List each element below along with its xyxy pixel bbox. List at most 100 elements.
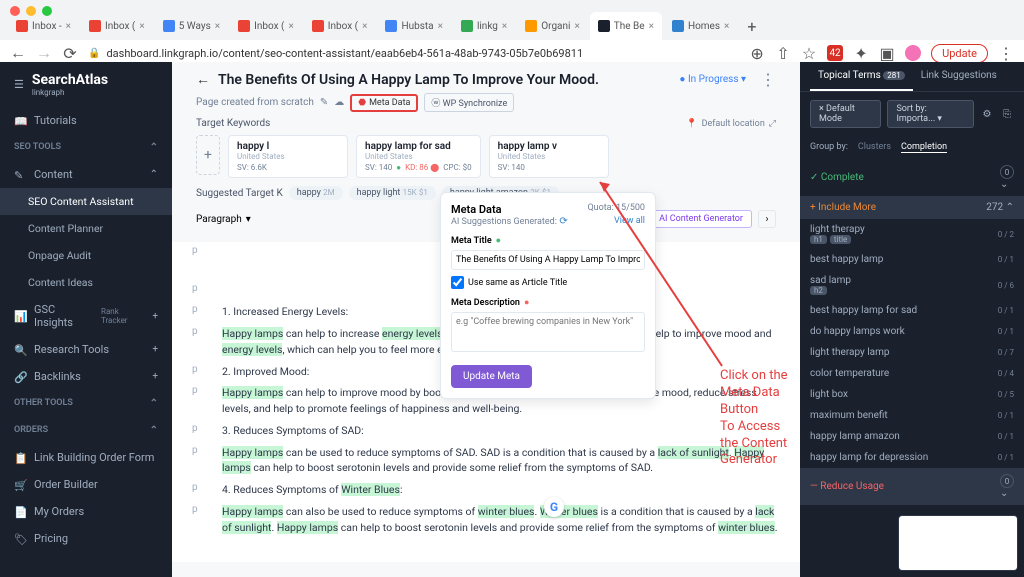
plus-icon[interactable]: +: [152, 344, 158, 355]
use-same-checkbox[interactable]: [451, 276, 464, 289]
browser-chrome: Inbox -×Inbox (×5 Ways×Inbox (×Inbox (×H…: [0, 0, 1024, 62]
cloud-icon[interactable]: ☁: [334, 97, 344, 108]
logo[interactable]: ☰ SearchAtlas linkgraph: [0, 62, 172, 107]
app: ☰ SearchAtlas linkgraph 📖 Tutorials SEO …: [0, 62, 1024, 577]
section-include-more[interactable]: + Include More 272 ⌃: [800, 196, 1024, 219]
term-item[interactable]: light therapy lamp 0 / 7: [800, 342, 1024, 363]
plus-icon[interactable]: +: [152, 371, 158, 382]
sidebar-item-planner[interactable]: Content Planner: [0, 215, 172, 242]
default-mode-button[interactable]: × Default Mode: [810, 100, 881, 128]
browser-tab[interactable]: Organi×: [517, 12, 588, 40]
keyword-card[interactable]: happy lamp for sadUnited StatesSV: 140 ●…: [356, 135, 481, 178]
keyword-card[interactable]: happy lamp vUnited StatesSV: 140: [489, 135, 609, 178]
more-icon[interactable]: ⋮: [760, 70, 776, 89]
url-bar[interactable]: 🔒 dashboard.linkgraph.io/content/seo-con…: [88, 47, 739, 60]
view-all-link[interactable]: View all: [614, 216, 645, 226]
meta-desc-input[interactable]: [451, 312, 645, 352]
back-icon[interactable]: ←: [10, 45, 26, 61]
ext-red-icon[interactable]: 42: [827, 45, 843, 61]
puzzle-icon[interactable]: ✦: [853, 45, 869, 61]
browser-tab[interactable]: The Be×: [590, 12, 662, 40]
next-arrow-icon[interactable]: ›: [758, 210, 776, 228]
term-item[interactable]: best happy lamp for sad 0 / 1: [800, 300, 1024, 321]
tab-link-suggestions[interactable]: Link Suggestions: [913, 62, 1005, 91]
term-item[interactable]: color temperature 0 / 4: [800, 363, 1024, 384]
reload-icon[interactable]: ⟳: [62, 45, 78, 61]
sidebar-item-ideas[interactable]: Content Ideas: [0, 269, 172, 296]
edit-icon[interactable]: ✎: [320, 97, 328, 108]
browser-tab[interactable]: Inbox (×: [304, 12, 376, 40]
gear-icon[interactable]: ⚙: [980, 106, 994, 122]
expand-icon[interactable]: ⤢: [769, 119, 776, 129]
refresh-icon[interactable]: ⟳: [559, 216, 567, 227]
tab-topical-terms[interactable]: Topical Terms 281: [810, 62, 913, 91]
sidebar-item-backlinks[interactable]: 🔗 Backlinks +: [0, 363, 172, 390]
hamburger-icon[interactable]: ☰: [14, 78, 24, 91]
sidebar-item-content[interactable]: ✎ Content ⌃: [0, 161, 172, 188]
mini-preview[interactable]: [898, 515, 1018, 571]
term-item[interactable]: light therapy h1title0 / 2: [800, 219, 1024, 249]
add-keyword-button[interactable]: +: [196, 135, 220, 175]
keyword-pill[interactable]: happy light 15K $1: [349, 186, 436, 200]
file-icon[interactable]: ⎘: [1000, 106, 1014, 122]
status-pill[interactable]: ● In Progress ▾: [679, 74, 746, 85]
term-item[interactable]: maximum benefit 0 / 1: [800, 405, 1024, 426]
chevron-up-icon[interactable]: ⌃: [150, 142, 158, 153]
paragraph-select[interactable]: Paragraph ▾: [196, 214, 251, 225]
menu-icon[interactable]: ⋮: [998, 45, 1014, 61]
sidebar-item-linkbuild[interactable]: 📋 Link Building Order Form: [0, 444, 172, 471]
term-item[interactable]: sad lamp h20 / 6: [800, 270, 1024, 300]
term-item[interactable]: best happy lamp 0 / 1: [800, 249, 1024, 270]
update-meta-button[interactable]: Update Meta: [451, 365, 532, 388]
google-icon[interactable]: G: [544, 497, 564, 517]
term-item[interactable]: happy lamp amazon 0 / 1: [800, 426, 1024, 447]
section-reduce-usage[interactable]: — Reduce Usage 0 ⌄: [800, 468, 1024, 505]
sidebar-item-sca[interactable]: SEO Content Assistant: [0, 188, 172, 215]
keyword-pill[interactable]: happy 2M: [289, 186, 343, 200]
group-completion[interactable]: Completion: [901, 142, 947, 153]
forward-icon[interactable]: →: [36, 45, 52, 61]
avatar[interactable]: [905, 45, 921, 61]
star-icon[interactable]: ☆: [801, 45, 817, 61]
browser-tab[interactable]: Hubsta×: [377, 12, 450, 40]
browser-tab[interactable]: 5 Ways×: [155, 12, 228, 40]
cart-icon: 🛒: [14, 479, 26, 491]
browser-tab[interactable]: Inbox -×: [8, 12, 79, 40]
plus-icon[interactable]: +: [152, 311, 158, 322]
tag-icon: 🏷: [14, 533, 26, 545]
panel-icon[interactable]: ▣: [879, 45, 895, 61]
chevron-up-icon[interactable]: ⌃: [150, 398, 158, 409]
browser-tab[interactable]: Inbox (×: [81, 12, 153, 40]
wp-sync-button[interactable]: ⓦ WP Synchronize: [424, 93, 514, 112]
term-item[interactable]: do happy lamps work 0 / 1: [800, 321, 1024, 342]
keyword-card[interactable]: happy lUnited StatesSV: 6.6K: [228, 135, 348, 178]
browser-tab[interactable]: Inbox (×: [230, 12, 302, 40]
meta-data-button[interactable]: ⬣Meta Data: [350, 94, 418, 112]
update-button[interactable]: Update: [931, 44, 988, 63]
term-item[interactable]: light box 0 / 5: [800, 384, 1024, 405]
check-icon: ●: [496, 235, 501, 246]
browser-tab[interactable]: Homes×: [664, 12, 737, 40]
sidebar-item-gsc[interactable]: 📊 GSC Insights Rank Tracker +: [0, 296, 172, 336]
sidebar-item-pricing[interactable]: 🏷 Pricing: [0, 525, 172, 552]
main-editor: ← The Benefits Of Using A Happy Lamp To …: [172, 62, 800, 577]
sort-button[interactable]: Sort by: Importa... ▾: [887, 100, 974, 128]
back-arrow-icon[interactable]: ←: [196, 71, 210, 88]
share-icon[interactable]: ⇧: [775, 45, 791, 61]
sidebar-item-research[interactable]: 🔍 Research Tools +: [0, 336, 172, 363]
new-tab-button[interactable]: +: [739, 17, 764, 36]
browser-tab[interactable]: linkg×: [453, 12, 515, 40]
term-item[interactable]: happy lamp for depression 0 / 1: [800, 447, 1024, 468]
sidebar-item-orderbuild[interactable]: 🛒 Order Builder: [0, 471, 172, 498]
search-icon[interactable]: ⊕: [749, 45, 765, 61]
chevron-up-icon[interactable]: ⌃: [150, 425, 158, 436]
lock-icon: 🔒: [88, 48, 100, 59]
default-location[interactable]: 📍Default location⤢: [686, 119, 776, 129]
meta-title-input[interactable]: [451, 250, 645, 270]
sidebar-item-myorders[interactable]: 📄 My Orders: [0, 498, 172, 525]
list-icon: 📄: [14, 506, 26, 518]
section-complete[interactable]: ✓ Complete 0 ⌄: [800, 159, 1024, 196]
sidebar-item-onpage[interactable]: Onpage Audit: [0, 242, 172, 269]
sidebar-item-tutorials[interactable]: 📖 Tutorials: [0, 107, 172, 134]
group-clusters[interactable]: Clusters: [858, 142, 891, 153]
